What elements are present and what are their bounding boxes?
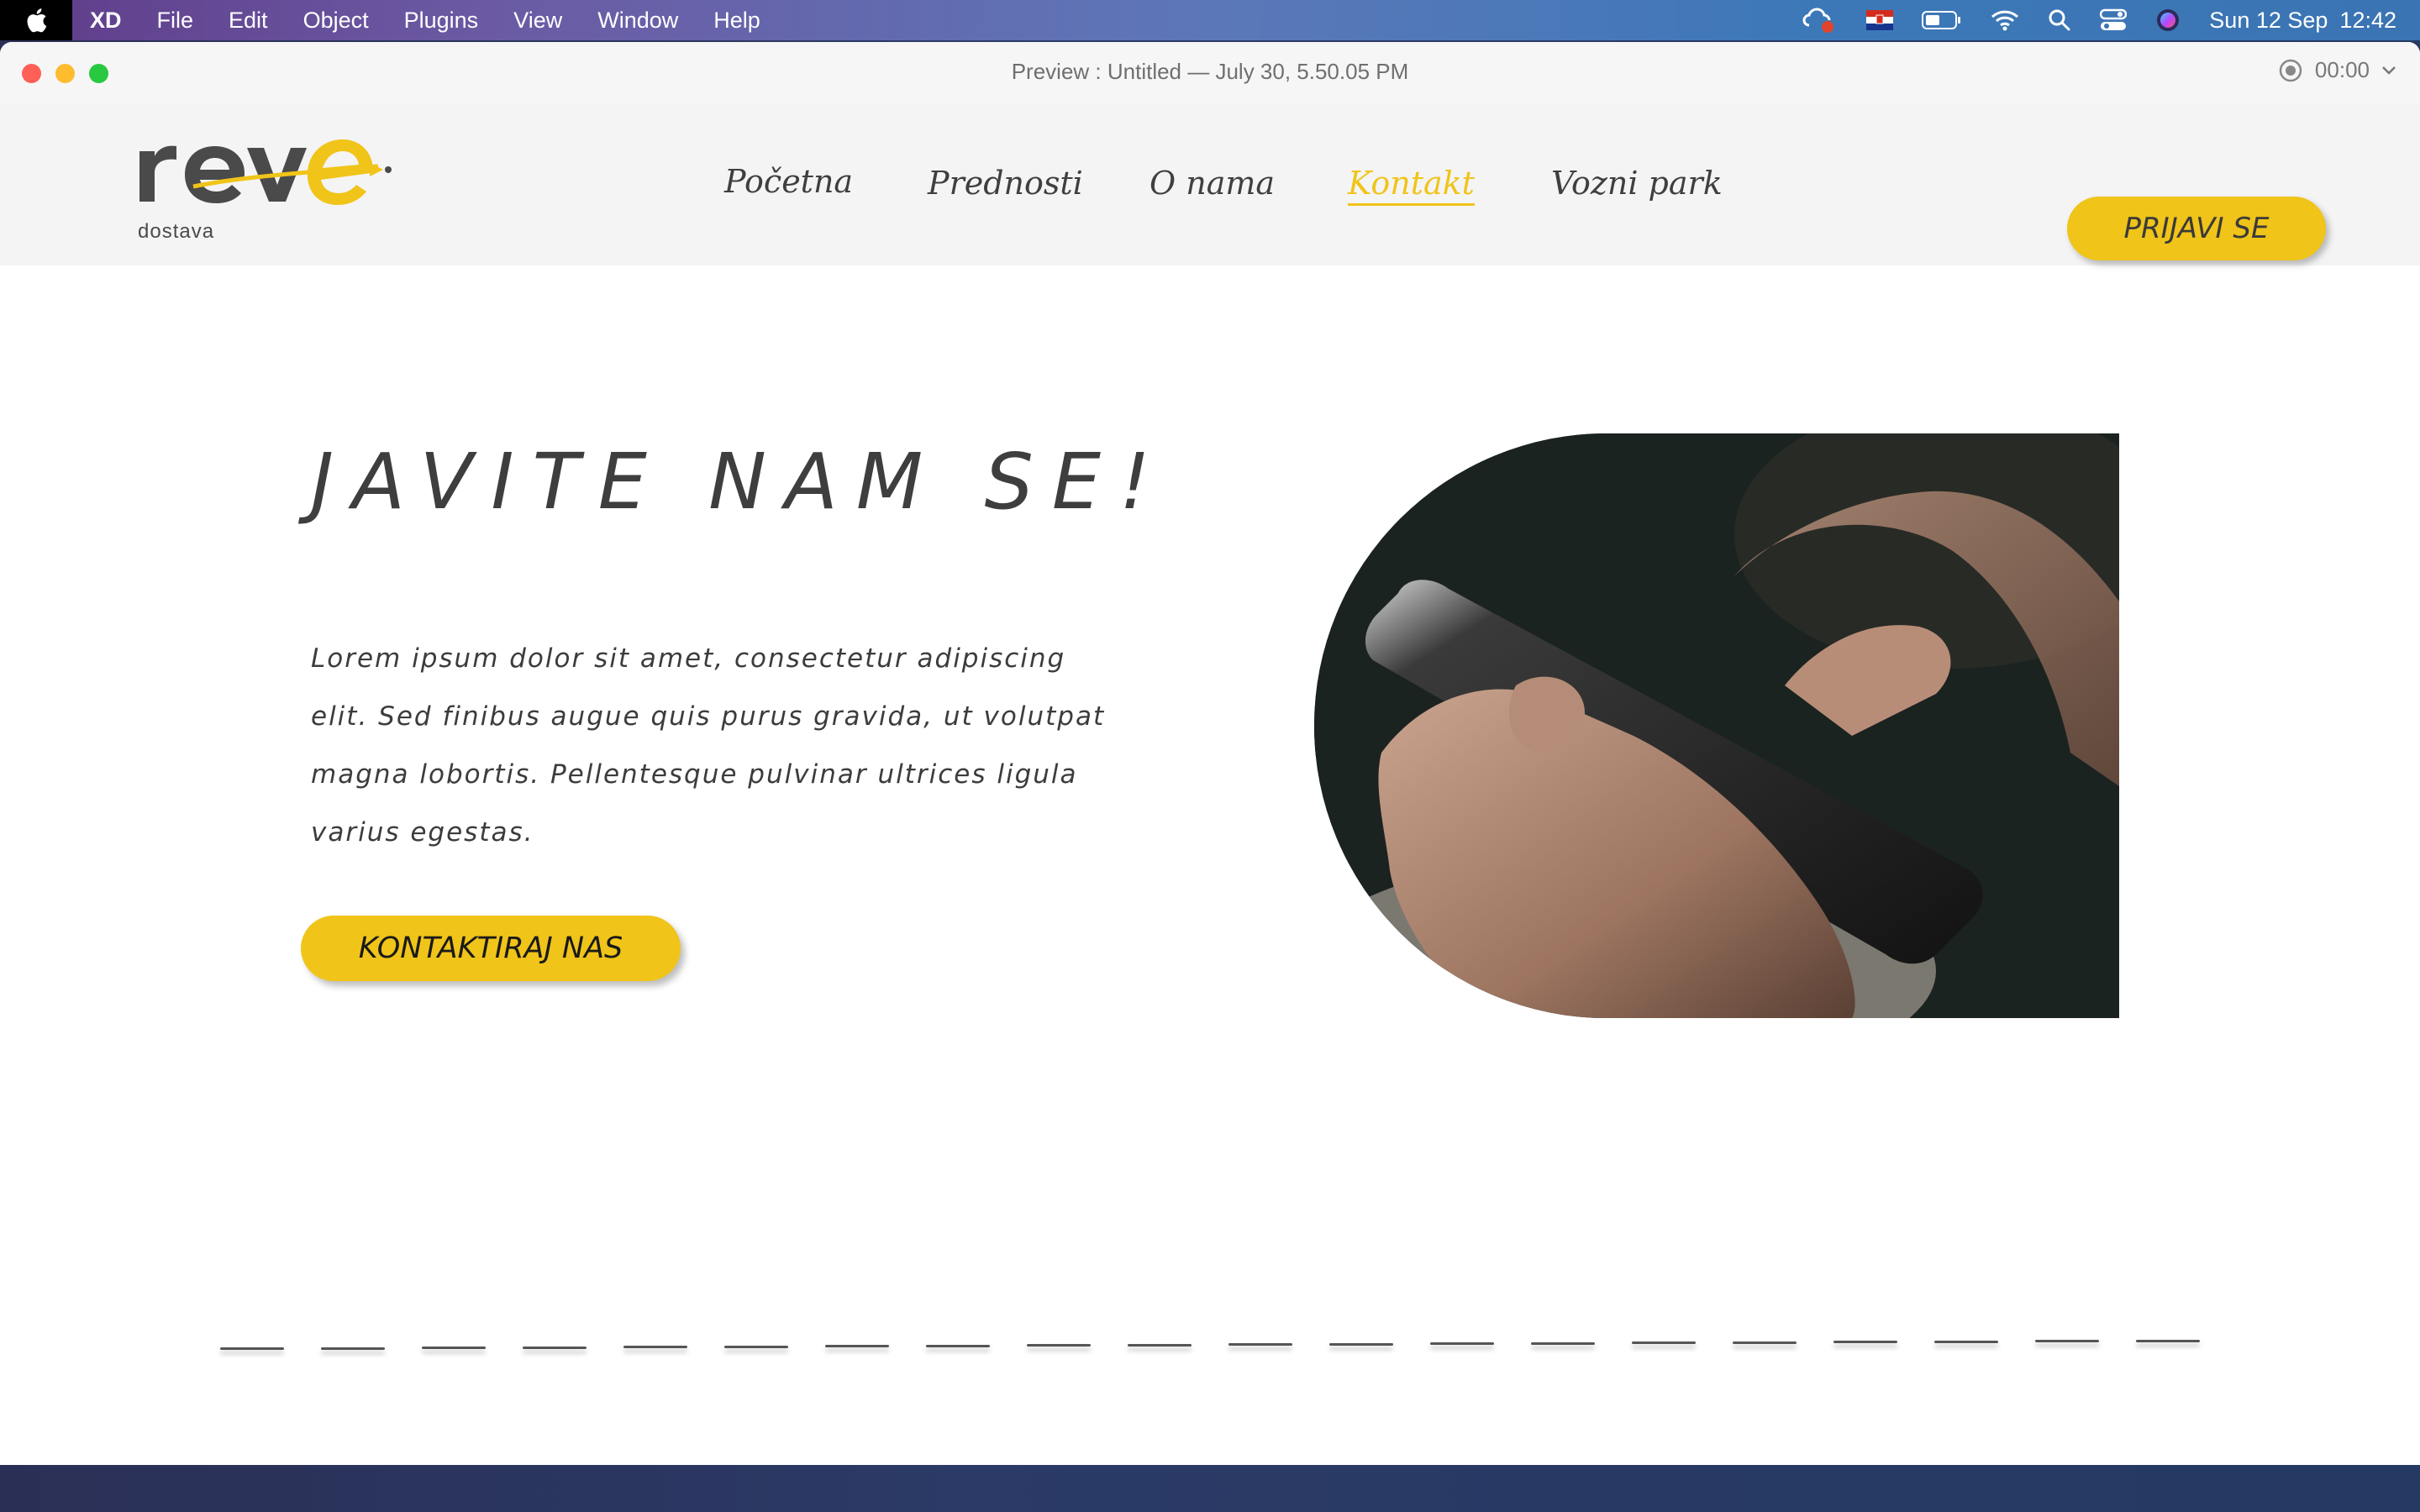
divider-dash [1733,1341,1797,1344]
page-title: JAVITE NAM SE! [311,437,1169,527]
hero-text-line: Lorem ipsum dolor sit amet, consectetur … [311,643,1066,674]
login-button[interactable]: PRIJAVI SE [2067,197,2326,260]
nav-link-prednosti[interactable]: Prednosti [928,165,1083,202]
divider-dash [825,1345,889,1347]
logo-graphic [139,139,392,205]
divider-dash [523,1347,587,1349]
menu-help[interactable]: Help [696,8,778,34]
creative-cloud-icon[interactable] [1801,7,1838,34]
apple-menu[interactable] [0,0,72,40]
clock-date: Sun 12 Sep [2209,7,2328,33]
divider-dash [1128,1344,1192,1347]
record-control[interactable]: 00:00 [2278,57,2396,83]
chevron-down-icon[interactable] [2381,66,2396,76]
divider-dash [1531,1342,1595,1345]
hero-text-line: magna lobortis. Pellentesque pulvinar ul… [311,759,1078,790]
divider-dash [220,1347,284,1350]
hero-text-line: elit. Sed finibus augue quis purus gravi… [311,701,1106,732]
siri-icon[interactable] [2155,8,2181,33]
status-area: Sun 12 Sep 12:42 [1801,0,2396,40]
menu-file[interactable]: File [139,8,212,34]
nav-link-pocetna[interactable]: Početna [724,163,853,200]
menu-bar: XD File Edit Object Plugins View Window … [0,0,2420,40]
battery-icon[interactable] [1922,10,1962,30]
divider-dash [926,1345,990,1347]
menu-plugins[interactable]: Plugins [387,8,497,34]
logo-subtext: dostava [138,220,215,243]
preview-window: Preview : Untitled — July 30, 5.50.05 PM… [0,42,2420,1465]
divider-dash [724,1346,788,1348]
divider-dash [1833,1341,1897,1343]
menu-clock[interactable]: Sun 12 Sep 12:42 [2209,8,2396,34]
control-center-icon[interactable] [2100,8,2128,32]
divider-dash [422,1347,486,1349]
divider-dash [1228,1343,1292,1346]
contact-us-button[interactable]: KONTAKTIRAJ NAS [301,916,681,981]
spotlight-search-icon[interactable] [2048,8,2071,32]
site-logo[interactable]: reve dostava [134,133,395,243]
window-title: Preview : Untitled — July 30, 5.50.05 PM [1011,59,1409,84]
apple-icon [27,8,47,33]
divider-dash [623,1346,687,1348]
recording-time: 00:00 [2314,57,2370,82]
menu-view[interactable]: View [496,8,580,34]
nav-link-o-nama[interactable]: O nama [1150,165,1275,202]
divider-dash [1632,1341,1696,1344]
divider-dash [1027,1344,1091,1347]
site-header: reve dostava Početna Prednosti O nama [0,104,2420,265]
hero-description: Lorem ipsum dolor sit amet, consectetur … [311,630,1109,862]
divider-dash [2035,1340,2099,1342]
clock-time: 12:42 [2339,7,2396,33]
hero-phone-image [1314,433,2119,1018]
app-menus: XD File Edit Object Plugins View Window … [72,8,778,34]
hero-text-line: varius egestas. [311,817,534,848]
menu-window[interactable]: Window [580,8,696,34]
divider-dash [1329,1343,1393,1346]
wifi-icon[interactable] [1991,9,2019,31]
divider-dash [2136,1340,2200,1342]
dashed-divider [220,1336,2203,1369]
record-icon [2279,59,2302,81]
hands-holding-phone-illustration [1314,433,2119,1018]
keyboard-flag-icon[interactable] [1866,10,1894,30]
divider-dash [1430,1342,1494,1345]
nav-link-vozni-park[interactable]: Vozni park [1551,165,1723,202]
menu-edit[interactable]: Edit [211,8,286,34]
divider-dash [321,1347,385,1350]
menu-app-name[interactable]: XD [72,8,139,34]
divider-dash [1934,1341,1998,1343]
nav-link-kontakt[interactable]: Kontakt [1348,165,1475,206]
menu-object[interactable]: Object [286,8,387,34]
